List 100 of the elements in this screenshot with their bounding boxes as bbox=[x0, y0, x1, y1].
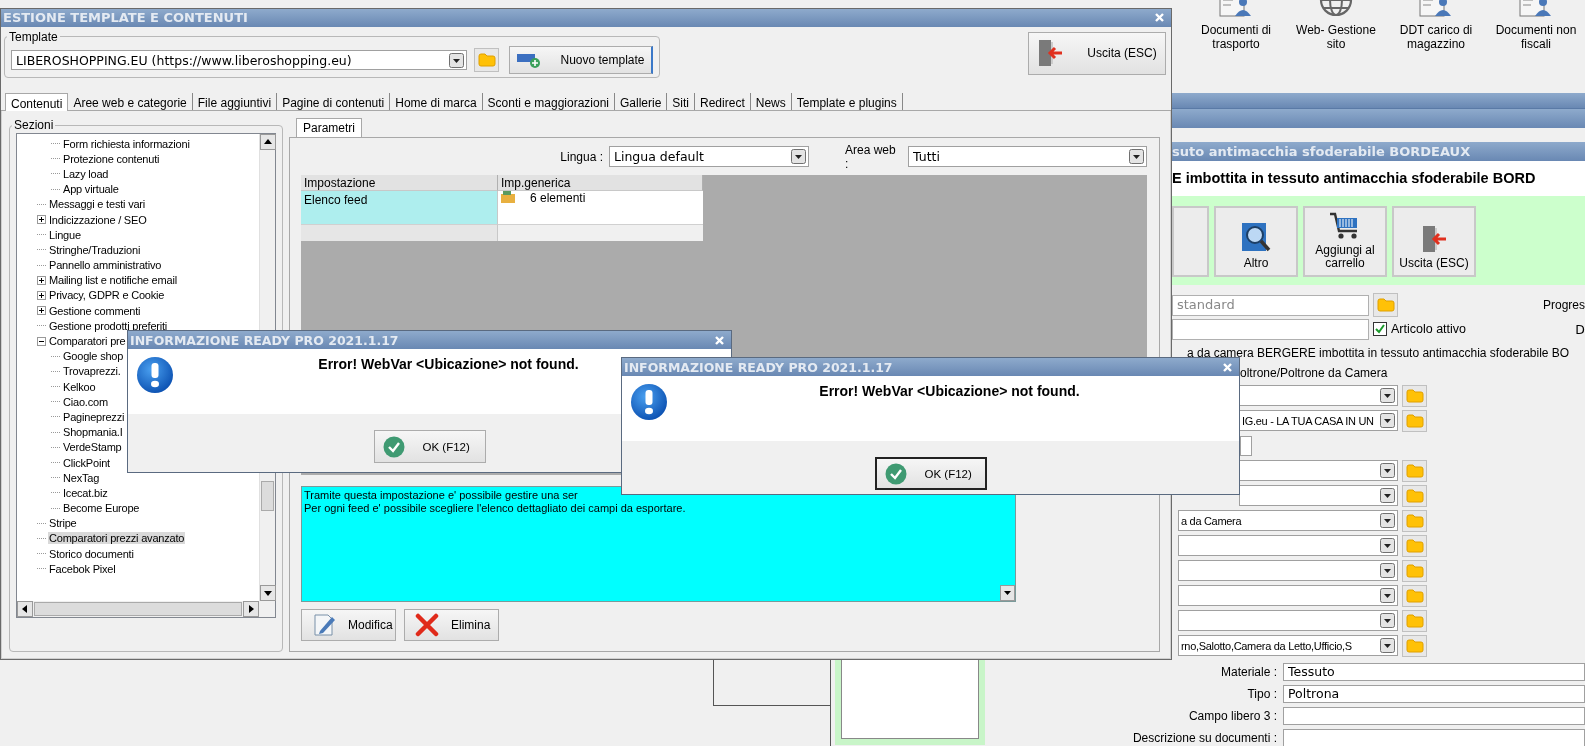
dropdown[interactable] bbox=[1178, 610, 1398, 631]
dropdown[interactable] bbox=[1178, 535, 1398, 556]
folder-button[interactable] bbox=[1402, 484, 1427, 507]
layout-field[interactable]: standard bbox=[1172, 294, 1369, 316]
new-template-button[interactable]: Nuovo template bbox=[509, 46, 653, 75]
tree-item[interactable]: Google shop bbox=[62, 350, 125, 363]
exit-button[interactable]: Uscita (ESC) bbox=[1392, 206, 1476, 277]
scroll-down-icon[interactable] bbox=[260, 585, 276, 601]
area-dropdown[interactable]: Tutti bbox=[908, 146, 1147, 167]
tree-item[interactable]: Gestione commenti bbox=[48, 304, 142, 317]
tree-item[interactable]: Facebok Pixel bbox=[48, 562, 117, 575]
toolbar-button[interactable]: DDT carico di magazzino bbox=[1386, 0, 1486, 60]
tree-item[interactable]: Ciao.com bbox=[62, 395, 109, 408]
table-cell[interactable]: Elenco feed bbox=[301, 191, 498, 224]
exit-button[interactable]: Uscita (ESC) bbox=[1028, 31, 1166, 75]
checkbox[interactable] bbox=[1373, 322, 1387, 336]
dropdown[interactable] bbox=[1178, 560, 1398, 581]
expand-icon[interactable] bbox=[37, 275, 46, 285]
tree-item[interactable]: Protezione contenuti bbox=[62, 152, 161, 165]
dropdown[interactable]: IG.eu - LA TUA CASA IN UN bbox=[1239, 410, 1398, 431]
folder-button[interactable] bbox=[474, 48, 499, 73]
scroll-up-icon[interactable] bbox=[260, 134, 276, 150]
tree-item[interactable]: Comparatori pre bbox=[48, 335, 127, 348]
close-icon[interactable] bbox=[1222, 361, 1233, 373]
dropdown[interactable] bbox=[1239, 385, 1398, 406]
folder-button[interactable] bbox=[1402, 584, 1427, 607]
tree-item[interactable]: Lingue bbox=[48, 228, 82, 241]
tree-item[interactable]: Comparatori prezzi avanzato bbox=[48, 532, 186, 545]
folder-button[interactable] bbox=[1373, 293, 1398, 317]
tree-item[interactable]: Pannello amministrativo bbox=[48, 259, 163, 272]
folder-button[interactable] bbox=[1402, 534, 1427, 557]
delete-icon bbox=[415, 613, 439, 637]
tree-item[interactable]: Stringhe/Traduzioni bbox=[48, 243, 142, 256]
dropdown[interactable] bbox=[1178, 585, 1398, 606]
text-field[interactable] bbox=[1172, 318, 1369, 340]
text-field[interactable] bbox=[1283, 707, 1585, 725]
tree-item[interactable]: Privacy, GDPR e Cookie bbox=[48, 289, 166, 302]
exclamation-icon bbox=[630, 383, 668, 421]
folder-button[interactable] bbox=[1402, 459, 1427, 482]
text-field[interactable]: Poltrona bbox=[1283, 685, 1585, 703]
check-icon bbox=[382, 435, 405, 458]
delete-button[interactable]: Elimina bbox=[404, 609, 499, 641]
scroll-thumb[interactable] bbox=[34, 602, 242, 616]
cart-button[interactable]: Aggiungi al carrello bbox=[1303, 206, 1387, 277]
product-heading: E imbottita in tessuto antimacchia sfoderabile BORD bbox=[1172, 161, 1585, 196]
tree-item[interactable]: App virtuale bbox=[62, 183, 120, 196]
tab[interactable]: Contenuti bbox=[5, 93, 69, 111]
magnifier-book-icon bbox=[1241, 222, 1271, 254]
tab[interactable]: Parametri bbox=[296, 118, 362, 137]
dropdown[interactable]: a da Camera bbox=[1178, 510, 1398, 531]
folder-button[interactable] bbox=[1402, 509, 1427, 532]
toolbar-button[interactable]: Documenti non fiscali bbox=[1486, 0, 1585, 60]
tree-item[interactable]: ClickPoint bbox=[62, 456, 111, 469]
scroll-right-icon[interactable] bbox=[243, 601, 259, 617]
text-field[interactable] bbox=[1283, 729, 1585, 746]
tree-item[interactable]: NexTag bbox=[62, 471, 101, 484]
expand-icon[interactable] bbox=[37, 215, 46, 225]
tree-item[interactable]: Lazy load bbox=[62, 167, 110, 180]
tree-item[interactable]: Stripe bbox=[48, 517, 78, 530]
edit-button[interactable]: Modifica bbox=[301, 609, 396, 641]
dropdown[interactable]: rno,Salotto,Camera da Letto,Ufficio,S bbox=[1178, 635, 1398, 656]
tree-item[interactable]: VerdeStamp bbox=[62, 441, 123, 454]
tree-item[interactable]: Gestione prodotti preferiti bbox=[48, 319, 169, 332]
tree-item[interactable]: Indicizzazione / SEO bbox=[48, 213, 148, 226]
scroll-thumb[interactable] bbox=[261, 481, 274, 511]
dropdown[interactable] bbox=[1239, 485, 1398, 506]
folder-button[interactable] bbox=[1402, 609, 1427, 632]
ok-button[interactable]: OK (F12) bbox=[373, 430, 486, 463]
tree-item[interactable]: Become Europe bbox=[62, 502, 141, 515]
text-field[interactable] bbox=[1240, 435, 1252, 456]
folder-button[interactable] bbox=[1402, 409, 1427, 432]
category-text: oltrone/Poltrone da Camera bbox=[1240, 366, 1389, 381]
folder-icon bbox=[1405, 463, 1424, 478]
tree-item[interactable]: Pagineprezzi bbox=[62, 410, 126, 423]
ok-button[interactable]: OK (F12) bbox=[874, 457, 987, 490]
tree-item[interactable]: Messaggi e testi vari bbox=[48, 198, 147, 211]
language-dropdown[interactable]: Lingua default bbox=[609, 146, 809, 167]
toolbar-button[interactable]: Documenti di trasporto bbox=[1186, 0, 1286, 60]
search-button[interactable]: Altro bbox=[1214, 206, 1298, 277]
expand-icon[interactable] bbox=[37, 306, 46, 316]
tree-item[interactable]: Mailing list e notifiche email bbox=[48, 274, 178, 287]
tree-item[interactable]: Icecat.biz bbox=[62, 486, 109, 499]
close-icon[interactable] bbox=[714, 334, 725, 346]
template-dropdown[interactable]: LIBEROSHOPPING.EU (https://www.liberoshopping.eu) bbox=[11, 50, 467, 71]
folder-button[interactable] bbox=[1402, 634, 1427, 657]
tree-item[interactable]: Trovaprezzi. bbox=[62, 365, 122, 378]
tree-item[interactable]: Kelkoo bbox=[62, 380, 97, 393]
scroll-down-icon[interactable] bbox=[1000, 585, 1015, 601]
text-field[interactable]: Tessuto bbox=[1283, 663, 1585, 681]
tree-item[interactable]: Storico documenti bbox=[48, 547, 135, 560]
folder-button[interactable] bbox=[1402, 559, 1427, 582]
dropdown[interactable] bbox=[1239, 460, 1398, 481]
toolbar-button[interactable]: Web- Gestione sito bbox=[1286, 0, 1386, 60]
tree-item[interactable]: Form richiesta informazioni bbox=[62, 137, 191, 150]
collapse-icon[interactable] bbox=[37, 336, 46, 346]
scroll-left-icon[interactable] bbox=[17, 601, 33, 617]
expand-icon[interactable] bbox=[37, 290, 46, 300]
tree-item[interactable]: Shopmania.I bbox=[62, 426, 124, 439]
folder-button[interactable] bbox=[1402, 384, 1427, 407]
close-icon[interactable] bbox=[1154, 12, 1165, 24]
